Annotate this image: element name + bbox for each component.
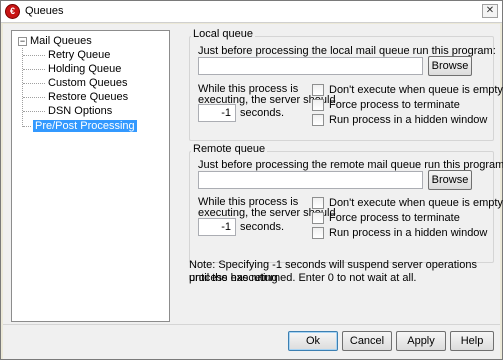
remote-browse-button[interactable]: Browse [428, 170, 472, 190]
dialog-body: − Mail Queues Retry Queue Holding Queue … [3, 24, 503, 359]
title-bar: € Queues ✕ [1, 1, 502, 23]
remote-queue-title: Remote queue [191, 143, 268, 155]
remote-seconds-label: seconds. [240, 221, 285, 233]
tree-connector [23, 69, 45, 70]
checkbox-label: Run process in a hidden window [329, 227, 488, 239]
local-browse-button[interactable]: Browse [428, 56, 472, 76]
ok-button[interactable]: Ok [288, 331, 338, 351]
tree-connector [23, 55, 45, 56]
checkbox-box [312, 114, 324, 126]
tree-item-label: DSN Options [48, 105, 113, 117]
remote-program-input[interactable] [198, 171, 423, 189]
checkbox-label: Run process in a hidden window [329, 114, 488, 126]
tree-item-label: Retry Queue [48, 49, 111, 61]
checkbox-label: Force process to terminate [329, 99, 460, 111]
remote-seconds-input[interactable]: -1 [198, 218, 236, 236]
tree-item-label: Pre/Post Processing [33, 120, 137, 132]
tree-item-label: Restore Queues [48, 91, 129, 103]
checkbox-box [312, 227, 324, 239]
apply-button[interactable]: Apply [396, 331, 446, 351]
checkbox-label: Don't execute when queue is empty [329, 197, 503, 209]
checkbox-box [312, 197, 324, 209]
tree-item-label: Custom Queues [48, 77, 128, 89]
checkbox-label: Don't execute when queue is empty [329, 84, 503, 96]
close-icon[interactable]: ✕ [482, 4, 498, 18]
local-program-input[interactable] [198, 57, 423, 75]
checkbox-box [312, 84, 324, 96]
app-icon: € [5, 4, 20, 19]
local-seconds-input[interactable]: -1 [198, 104, 236, 122]
tree-connector [22, 48, 23, 127]
local-seconds-label: seconds. [240, 107, 285, 119]
local-queue-title: Local queue [191, 28, 255, 40]
tree-item-retry-queue[interactable]: Retry Queue [48, 48, 110, 62]
tree-connector [23, 83, 45, 84]
checkbox-box [312, 99, 324, 111]
tree-connector [23, 97, 45, 98]
queues-tree[interactable]: − Mail Queues Retry Queue Holding Queue … [11, 30, 170, 322]
checkbox-box [312, 212, 324, 224]
tree-connector [23, 126, 31, 127]
tree-connector [23, 111, 45, 112]
window-title: Queues [25, 5, 64, 17]
tree-item-label: Holding Queue [48, 63, 122, 75]
collapse-icon[interactable]: − [18, 37, 27, 46]
help-button[interactable]: Help [450, 331, 494, 351]
tree-item-dsn-options[interactable]: DSN Options [48, 104, 112, 118]
button-separator [3, 324, 500, 325]
note-line-2: process has returned. Enter 0 to not wai… [189, 272, 417, 284]
queues-dialog: € Queues ✕ − Mail Queues Retry Queue Hol… [0, 0, 503, 360]
tree-item-custom-queues[interactable]: Custom Queues [48, 76, 127, 90]
tree-item-pre-post-processing[interactable]: Pre/Post Processing [33, 119, 137, 133]
tree-item-holding-queue[interactable]: Holding Queue [48, 62, 121, 76]
tree-item-mail-queues[interactable]: Mail Queues [30, 34, 92, 48]
checkbox-label: Force process to terminate [329, 212, 460, 224]
tree-item-restore-queues[interactable]: Restore Queues [48, 90, 128, 104]
cancel-button[interactable]: Cancel [342, 331, 392, 351]
tree-item-label: Mail Queues [30, 35, 92, 47]
